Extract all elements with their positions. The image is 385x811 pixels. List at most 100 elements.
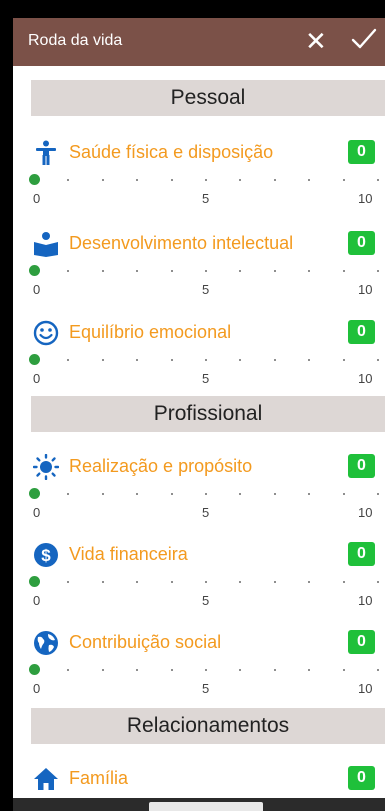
item-value-badge: 0 [348,454,375,478]
wheel-item: Equilíbrio emocional 0 0 5 10 [13,320,385,396]
slider-tick [171,270,173,272]
section-header-profissional: Profissional [31,396,385,432]
slider-tick [308,270,310,272]
slider-tick [308,179,310,181]
scale-min-label: 0 [33,191,41,206]
slider-tick [136,493,138,495]
slider-tick [343,270,345,272]
slider-tick [171,493,173,495]
slider-tick [171,581,173,583]
rating-slider[interactable] [29,488,379,500]
slider-tick [67,581,69,583]
home-gesture-handle[interactable] [149,802,263,811]
slider-tick [377,270,379,272]
scale-max-label: 10 [358,593,373,608]
person-standing-icon [36,140,56,165]
slider-tick [136,179,138,181]
rating-slider[interactable] [29,576,379,588]
check-icon[interactable] [349,24,379,54]
app-screen: Roda da vida ✕ Pessoal Saúde física e di… [13,18,385,811]
slider-tick [102,359,104,361]
item-value-badge: 0 [348,630,375,654]
slider-tick [171,179,173,181]
slider-tick [274,359,276,361]
slider-tick [239,493,241,495]
wheel-item: $ Vida financeira 0 0 5 10 [13,542,385,618]
slider-tick [274,669,276,671]
scale-min-label: 0 [33,681,41,696]
scale-max-label: 10 [358,191,373,206]
slider-tick [136,581,138,583]
wheel-item: Contribuição social 0 0 5 10 [13,630,385,706]
item-label: Desenvolvimento intelectual [69,233,294,253]
slider-tick [343,493,345,495]
slider-tick [171,359,173,361]
slider-tick [102,493,104,495]
slider-tick [343,669,345,671]
slider-thumb[interactable] [29,488,40,499]
slider-thumb[interactable] [29,664,40,675]
item-label: Saúde física e disposição [69,142,274,162]
slider-tick [136,359,138,361]
scale-mid-label: 5 [202,681,210,696]
slider-tick [205,270,207,272]
slider-tick [239,179,241,181]
scale-max-label: 10 [358,505,373,520]
slider-tick [205,493,207,495]
item-value-badge: 0 [348,542,375,566]
scale-max-label: 10 [358,371,373,386]
item-label: Equilíbrio emocional [69,322,232,342]
home-icon [34,768,58,790]
item-label: Família [69,768,129,788]
item-label: Realização e propósito [69,456,253,476]
rating-slider[interactable] [29,174,379,186]
slider-tick [377,359,379,361]
slider-tick [67,669,69,671]
slider-tick [67,493,69,495]
scale-max-label: 10 [358,282,373,297]
slider-tick [343,179,345,181]
wheel-item: Saúde física e disposição 0 0 5 10 [13,140,385,216]
slider-tick [274,581,276,583]
item-label: Vida financeira [69,544,188,564]
slider-thumb[interactable] [29,265,40,276]
slider-tick [102,581,104,583]
scale-mid-label: 5 [202,282,210,297]
slider-tick [67,359,69,361]
scale-mid-label: 5 [202,593,210,608]
slider-tick [377,669,379,671]
item-value-badge: 0 [348,231,375,255]
slider-tick [205,359,207,361]
svg-text:$: $ [41,546,51,565]
slider-tick [136,270,138,272]
slider-thumb[interactable] [29,576,40,587]
slider-tick [67,179,69,181]
slider-tick [274,179,276,181]
slider-tick [205,179,207,181]
rating-slider[interactable] [29,265,379,277]
slider-tick [308,493,310,495]
globe-icon [34,631,58,655]
slider-tick [343,581,345,583]
slider-tick [377,581,379,583]
slider-thumb[interactable] [29,354,40,365]
rating-slider[interactable] [29,354,379,366]
item-value-badge: 0 [348,140,375,164]
rating-slider[interactable] [29,664,379,676]
slider-tick [205,669,207,671]
slider-thumb[interactable] [29,174,40,185]
scale-min-label: 0 [33,282,41,297]
app-bar: Roda da vida ✕ [13,18,385,66]
slider-tick [136,669,138,671]
slider-tick [239,359,241,361]
dollar-coin-icon: $ [34,543,58,567]
item-value-badge: 0 [348,766,375,790]
scale-mid-label: 5 [202,505,210,520]
scale-max-label: 10 [358,681,373,696]
scale-mid-label: 5 [202,371,210,386]
section-header-pessoal: Pessoal [31,80,385,116]
slider-tick [102,179,104,181]
close-icon[interactable]: ✕ [305,26,327,56]
slider-tick [239,669,241,671]
slider-tick [102,270,104,272]
